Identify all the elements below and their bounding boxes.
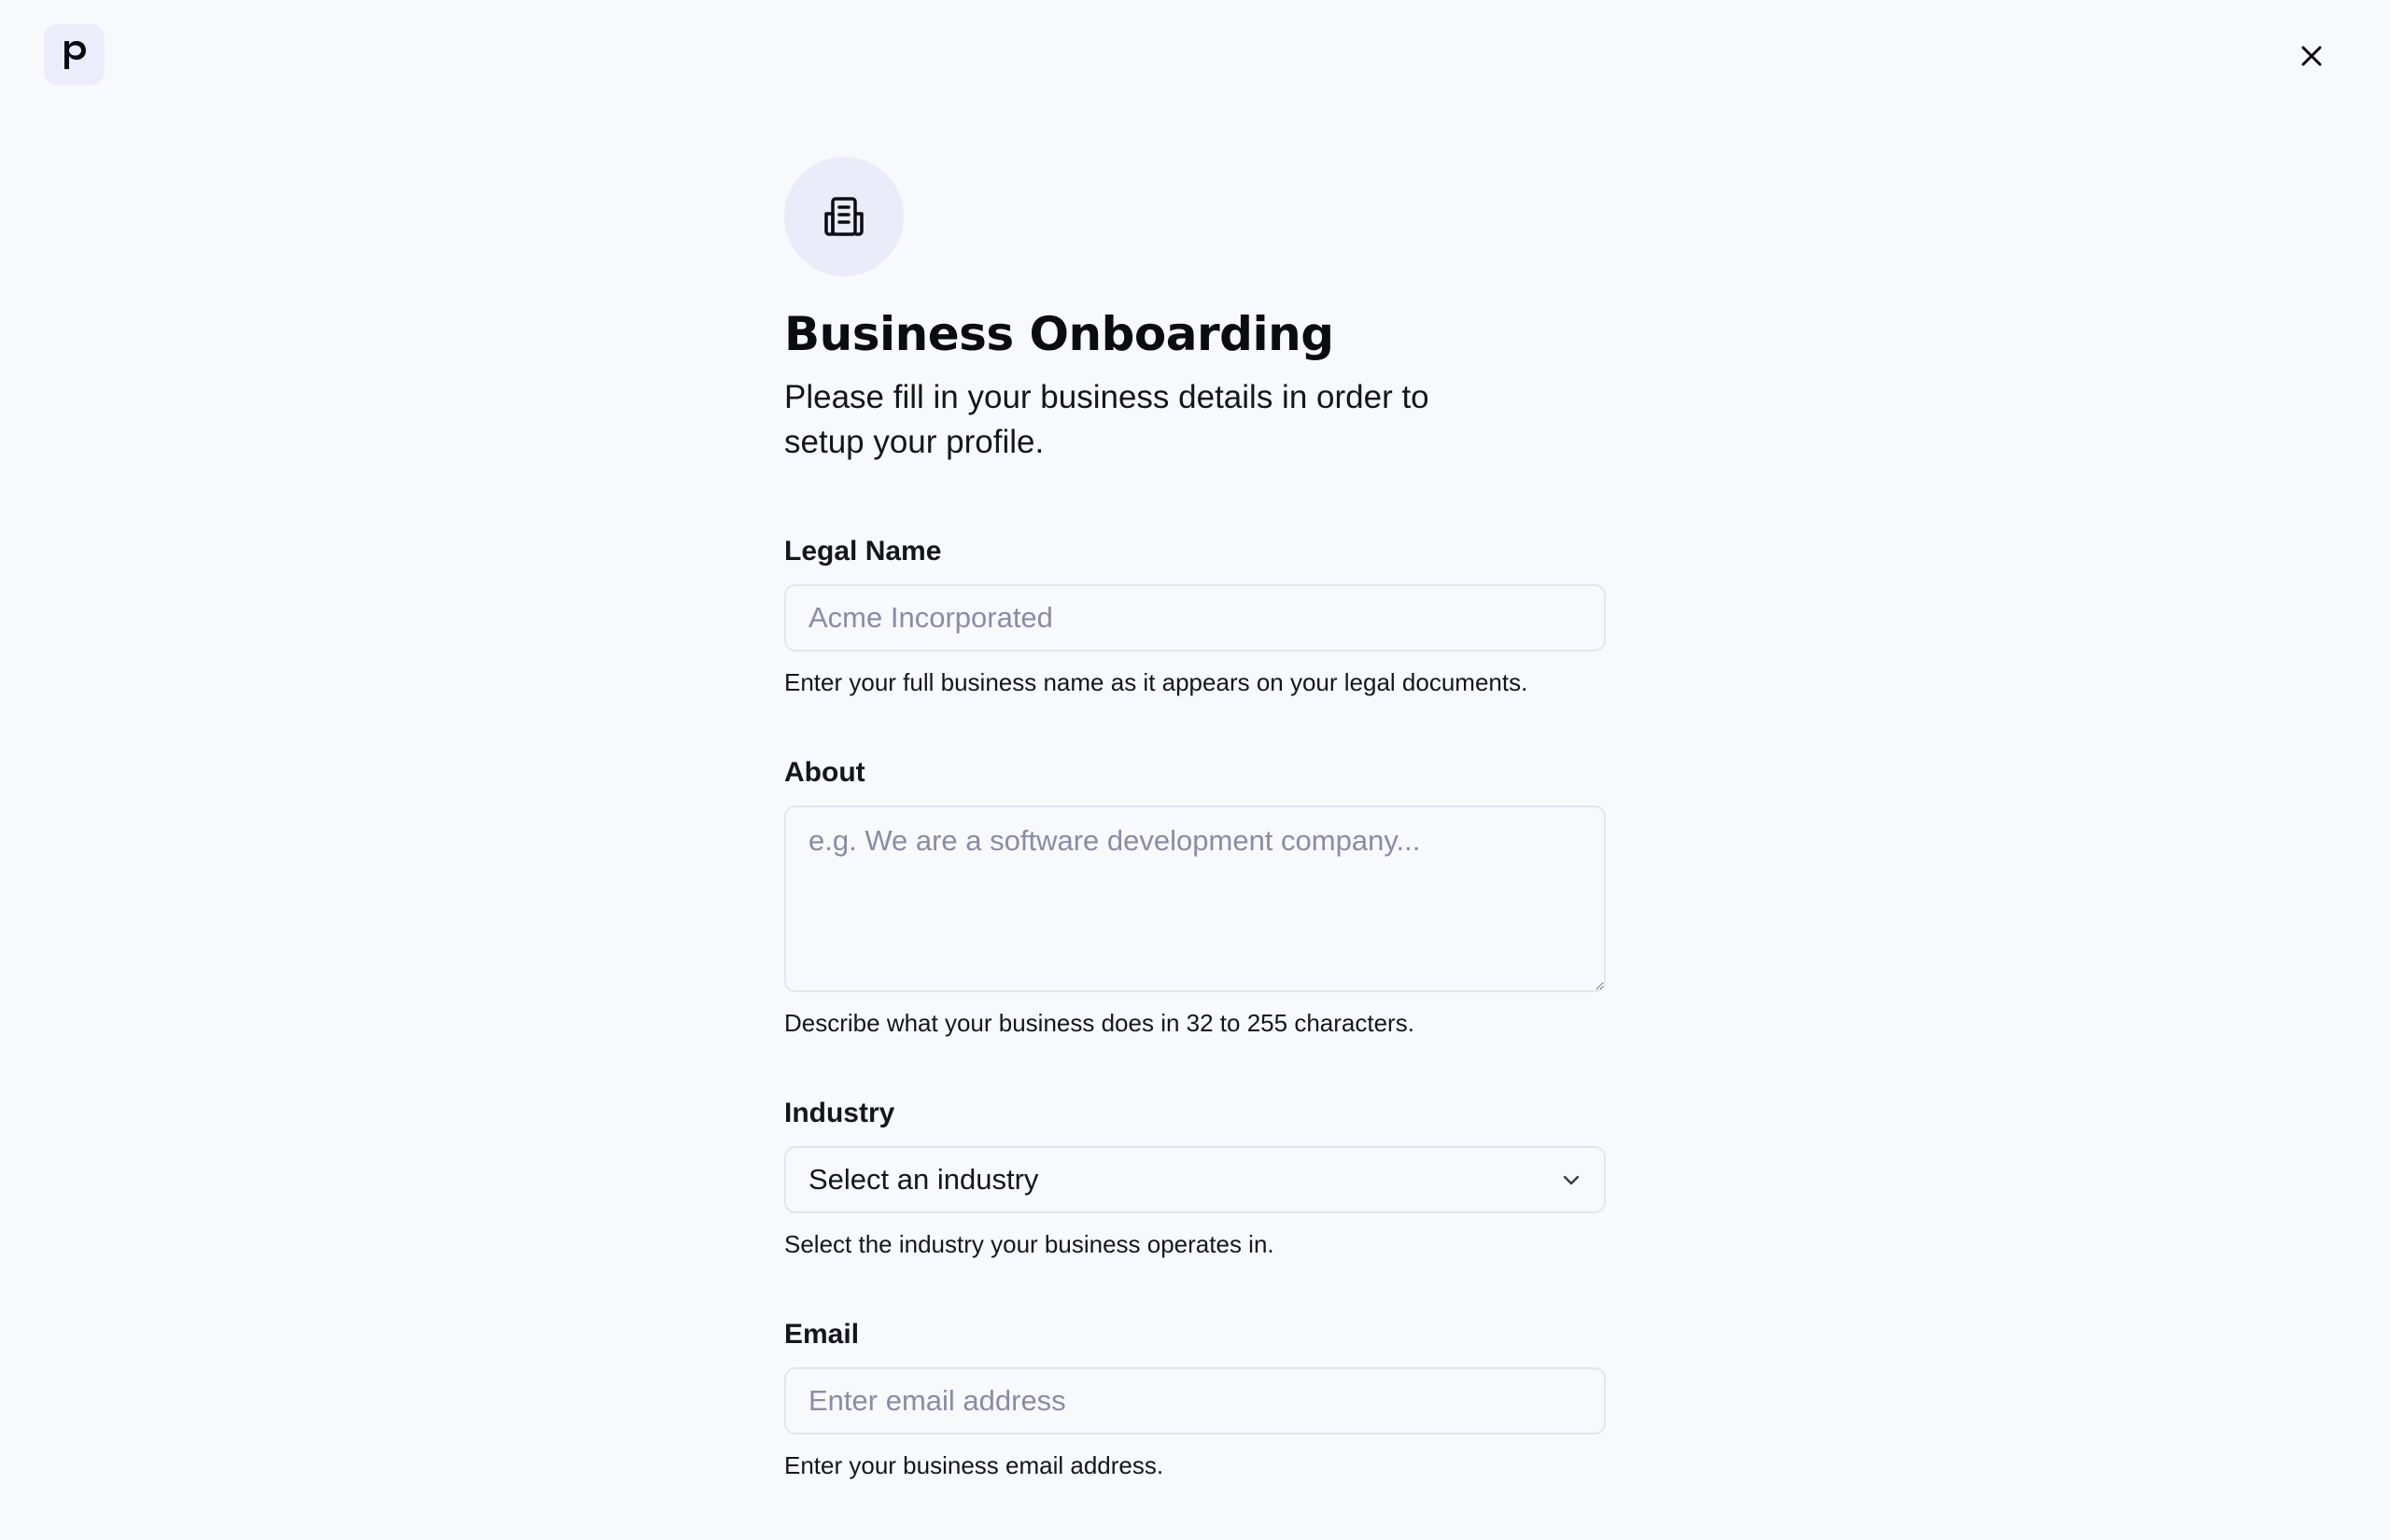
- about-label: About: [784, 756, 865, 788]
- industry-label: Industry: [784, 1097, 895, 1128]
- industry-hint: Select the industry your business operat…: [784, 1229, 1274, 1258]
- email-hint: Enter your business email address.: [784, 1450, 1164, 1479]
- chevron-down-icon: [1563, 1175, 1580, 1184]
- business-form: Legal Name Enter your full business name…: [784, 536, 1606, 1480]
- close-icon: [2301, 46, 2322, 66]
- legal-name-label: Legal Name: [784, 535, 942, 567]
- email-field-group: Email Enter your business email address.: [784, 1319, 1606, 1480]
- app-logo[interactable]: [44, 24, 105, 85]
- close-button[interactable]: [2293, 37, 2330, 75]
- building-icon: [824, 197, 864, 236]
- legal-name-hint: Enter your full business name as it appe…: [784, 667, 1528, 696]
- page-subtitle: Please fill in your business details in …: [784, 378, 1429, 460]
- page-title: Business Onboarding: [784, 307, 1334, 361]
- industry-field-group: Industry Select an industry Select the i…: [784, 1098, 1606, 1259]
- email-input[interactable]: [784, 1366, 1606, 1435]
- industry-select[interactable]: Select an industry: [784, 1145, 1606, 1213]
- hero-icon-circle: [784, 157, 904, 276]
- email-label: Email: [784, 1318, 860, 1350]
- legal-name-input[interactable]: [784, 583, 1606, 651]
- about-hint: Describe what your business does in 32 t…: [784, 1008, 1414, 1037]
- brand-p-logo-icon: [63, 40, 86, 69]
- onboarding-form-container: Business Onboarding Please fill in your …: [784, 157, 1606, 1540]
- industry-select-value: Select an industry: [808, 1162, 1039, 1196]
- about-textarea[interactable]: [784, 805, 1606, 992]
- about-field-group: About Describe what your business does i…: [784, 757, 1606, 1038]
- legal-name-field-group: Legal Name Enter your full business name…: [784, 536, 1606, 697]
